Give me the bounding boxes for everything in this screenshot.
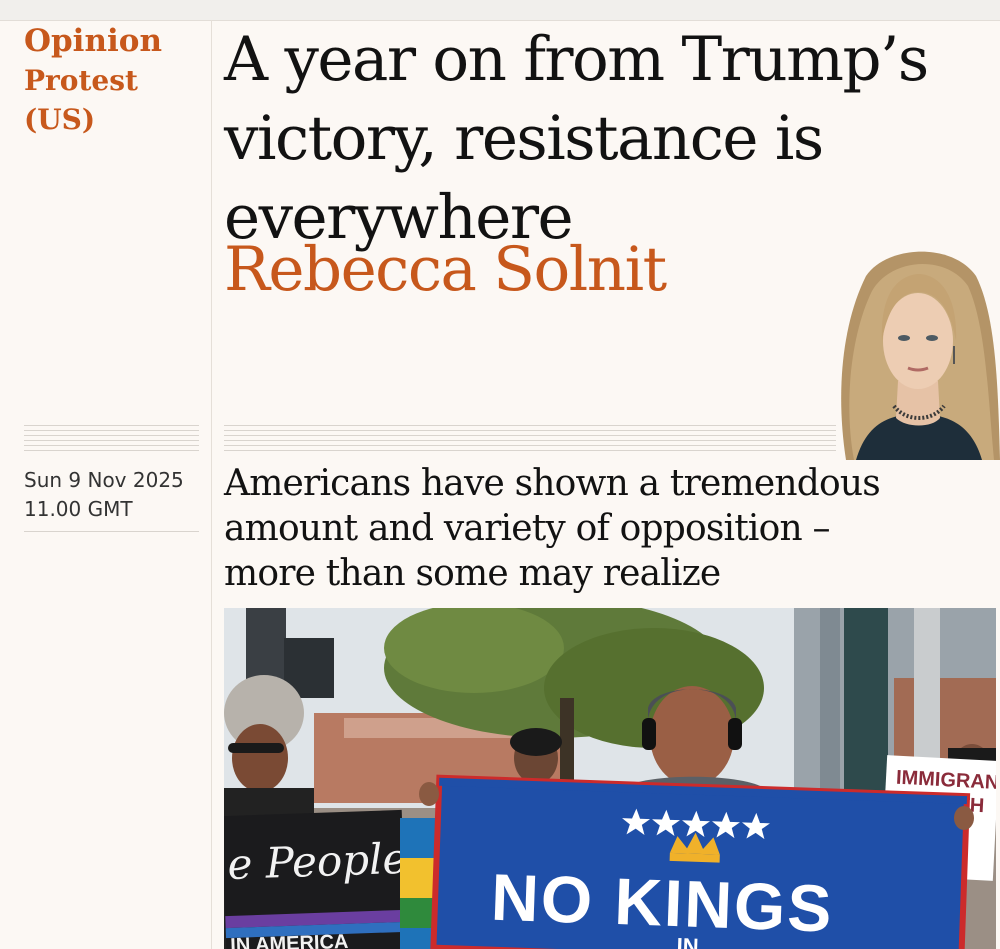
browser-top-bar (0, 0, 1000, 21)
article-kicker: Opinion Protest (US) (24, 22, 204, 139)
standfirst-line1: Americans have shown a tremendous (224, 463, 881, 504)
publish-time: 11.00 GMT (24, 497, 133, 521)
column-divider (211, 20, 212, 949)
article-main-photo[interactable]: IMMIGRAN BUILT TH e People IN AMERICA (224, 608, 996, 949)
headline-line1: A year on from Trump’s (224, 24, 929, 95)
flag-sub-text: IN (676, 933, 699, 949)
flag-main-text: NO KINGS (490, 860, 835, 946)
article-standfirst: Americans have shown a tremendous amount… (224, 461, 944, 596)
standfirst-line2: amount and variety of opposition – (224, 508, 831, 549)
series-link-protest[interactable]: Protest (US) (24, 61, 204, 139)
decorative-rules-main (224, 425, 836, 453)
series-label-line1: Protest (24, 64, 138, 97)
dateline-divider (24, 531, 199, 532)
section-link-opinion[interactable]: Opinion (24, 22, 204, 61)
article-dateline: Sun 9 Nov 2025 11.00 GMT (24, 466, 199, 524)
decorative-rules-left (24, 425, 199, 453)
headline-line2: victory, resistance is (224, 103, 824, 174)
banner-left-bottom-text: IN AMERICA (230, 931, 349, 949)
standfirst-line3: more than some may realize (224, 553, 721, 594)
article-headline: A year on from Trump’s victory, resistan… (224, 20, 964, 257)
publish-date: Sun 9 Nov 2025 (24, 468, 184, 492)
author-portrait (836, 246, 1000, 460)
series-label-line2: (US) (24, 103, 96, 136)
banner-left-text: e People (227, 834, 409, 889)
author-byline[interactable]: Rebecca Solnit (224, 234, 784, 306)
